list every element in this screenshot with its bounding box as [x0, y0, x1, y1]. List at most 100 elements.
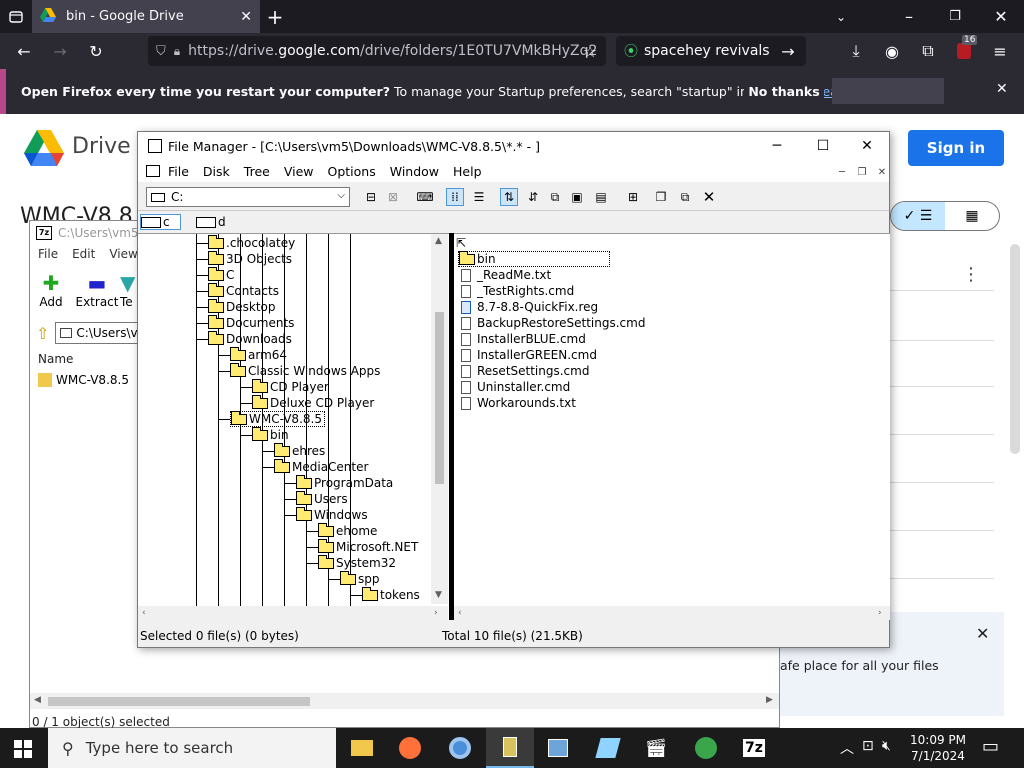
network-icon[interactable]: ⊡ [862, 738, 874, 754]
tree-horizontal-scrollbar[interactable]: ‹ › [138, 606, 448, 620]
tree-item[interactable]: .chocolatey [208, 234, 295, 251]
file-list[interactable]: ⇱ bin _ReadMe.txt _TestRights.cmd 8.7-8.8-Q… [454, 233, 890, 620]
tree-item[interactable]: Classic Windows Apps [230, 362, 380, 379]
share-icon[interactable]: ⌨ [416, 188, 434, 206]
no-thanks-button[interactable]: No thanks [744, 78, 824, 104]
tree-item[interactable]: C [208, 266, 234, 283]
tree-item[interactable]: ehome [318, 522, 377, 539]
go-arrow-icon[interactable]: → [776, 33, 800, 69]
menu-view[interactable]: View [284, 164, 314, 179]
drive-c-button[interactable]: c [140, 214, 181, 230]
app-taskbar-icon[interactable] [534, 728, 582, 768]
move-icon[interactable]: ⧉ [676, 188, 694, 206]
globe-taskbar-icon[interactable] [682, 728, 730, 768]
files-horizontal-scrollbar[interactable]: ‹ › [454, 606, 890, 620]
tree-item[interactable]: System32 [318, 554, 396, 571]
tree-item[interactable]: MediaCenter [274, 458, 368, 475]
firefox-taskbar-icon[interactable] [386, 728, 434, 768]
bookmark-star-icon[interactable]: ☆ [578, 33, 602, 69]
list-item[interactable]: _ReadMe.txt [458, 267, 551, 283]
menu-disk[interactable]: Disk [203, 164, 230, 179]
tree-scroll-thumb[interactable] [435, 312, 444, 484]
list-item[interactable]: 8.7-8.8-QuickFix.reg [458, 299, 598, 315]
account-icon[interactable]: ◉ [880, 33, 904, 69]
new-window-icon[interactable]: ⊞ [624, 188, 642, 206]
copy-icon[interactable]: ❐ [652, 188, 670, 206]
downloads-icon[interactable]: ⤓ [844, 33, 868, 69]
tree-item[interactable]: Deluxe CD Player [252, 394, 374, 411]
7zip-menu-edit[interactable]: Edit [72, 247, 95, 267]
lock-icon[interactable]: 🔒︎ [174, 44, 180, 59]
close-tab-icon[interactable]: ✕ [240, 9, 252, 25]
sort-by-date-icon[interactable]: ▣ [568, 188, 586, 206]
tree-item[interactable]: Desktop [208, 298, 276, 315]
reload-icon[interactable]: ↻ [84, 33, 108, 69]
tree-item[interactable]: CD Player [252, 378, 329, 395]
taskbar-search-box[interactable]: ⚲ Type here to search [48, 728, 336, 768]
menu-help[interactable]: Help [453, 164, 482, 179]
tree-item[interactable]: 3D Objects [208, 250, 292, 267]
chevron-down-icon[interactable]: ⌄ [830, 0, 852, 33]
child-close-icon[interactable]: ✕ [874, 165, 890, 179]
list-item[interactable]: WMC-V8.8.5 [38, 373, 129, 387]
scroll-left-icon[interactable]: ◀ [34, 695, 41, 705]
list-item[interactable]: BackupRestoreSettings.cmd [458, 315, 645, 331]
list-item[interactable]: ResetSettings.cmd [458, 363, 589, 379]
tree-item[interactable]: Downloads [208, 330, 292, 347]
restore-icon[interactable]: ❐ [944, 0, 966, 33]
tree-item[interactable]: Windows [296, 506, 368, 523]
forward-icon[interactable]: → [48, 33, 72, 69]
clock[interactable]: 10:09 PM 7/1/2024 [900, 732, 976, 764]
drive-select[interactable]: C: ⌵ [146, 187, 350, 207]
menu-window[interactable]: Window [390, 164, 439, 179]
tab-list-icon[interactable] [6, 0, 26, 33]
grid-view-icon[interactable]: ▦ [945, 202, 999, 230]
notifications-icon[interactable]: ▭ [982, 736, 999, 757]
tree-item[interactable]: ehres [274, 442, 325, 459]
scroll-left-icon[interactable]: ‹ [142, 608, 146, 618]
7zip-add-button[interactable]: ✚ Add [28, 271, 74, 317]
more-options-icon[interactable]: ⋮ [962, 264, 980, 285]
minimize-button[interactable]: ─ [754, 132, 800, 160]
view-toggle[interactable]: ✓ ☰ ▦ [890, 201, 1000, 231]
back-icon[interactable]: ← [12, 33, 36, 69]
folder-up-icon[interactable]: ⇧ [36, 324, 49, 343]
sort-by-type-icon[interactable]: ⇵ [524, 188, 542, 206]
directory-tree[interactable]: .chocolatey 3D Objects C Contacts Desktop Doc… [138, 233, 449, 620]
notification-secondary-button[interactable] [832, 78, 944, 104]
list-item[interactable]: Workarounds.txt [458, 395, 576, 411]
menu-tree[interactable]: Tree [244, 164, 270, 179]
browser-tab-active[interactable]: bin - Google Drive ✕ [32, 0, 260, 33]
sort-by-name-icon[interactable]: ⇅ [500, 188, 518, 206]
minimize-icon[interactable]: – [898, 0, 920, 33]
large-icons-view-icon[interactable]: ⁞⁞ [446, 188, 464, 206]
shield-icon[interactable]: ⛉ [156, 44, 166, 59]
close-window-icon[interactable]: ✕ [990, 0, 1012, 33]
ublock-extension-icon[interactable]: 16 [952, 33, 978, 69]
tree-item[interactable]: Users [296, 490, 348, 507]
parent-folder-icon[interactable]: ⇱ [456, 236, 466, 250]
tree-item[interactable]: WMC-V8.8.5 [230, 410, 325, 427]
file-manager-taskbar-icon[interactable] [486, 728, 534, 768]
scroll-right-icon[interactable]: › [878, 608, 882, 618]
tree-item[interactable]: spp [340, 570, 380, 587]
tree-item[interactable]: arm64 [230, 346, 287, 363]
close-notification-icon[interactable]: ✕ [996, 81, 1008, 97]
7zip-address-input[interactable]: C:\Users\v [55, 322, 146, 344]
7zip-menu-file[interactable]: File [38, 247, 58, 267]
tree-item[interactable]: Microsoft.NET [318, 538, 418, 555]
menu-options[interactable]: Options [328, 164, 376, 179]
close-banner-icon[interactable]: ✕ [976, 624, 989, 643]
list-item[interactable]: InstallerGREEN.cmd [458, 347, 597, 363]
new-tab-icon[interactable]: + [264, 0, 286, 33]
close-button[interactable]: ✕ [844, 132, 890, 160]
drive-d-button[interactable]: d [196, 214, 226, 230]
chromium-taskbar-icon[interactable] [436, 728, 484, 768]
tree-item[interactable]: bin [252, 426, 289, 443]
scroll-up-icon[interactable]: ▲ [435, 236, 442, 246]
tree-item[interactable]: Contacts [208, 282, 279, 299]
tree-vertical-scrollbar[interactable]: ▲ ▼ [431, 234, 448, 604]
scroll-down-icon[interactable]: ▼ [435, 590, 442, 600]
child-minimize-icon[interactable]: ─ [834, 165, 850, 179]
child-window-icon[interactable] [146, 165, 160, 177]
